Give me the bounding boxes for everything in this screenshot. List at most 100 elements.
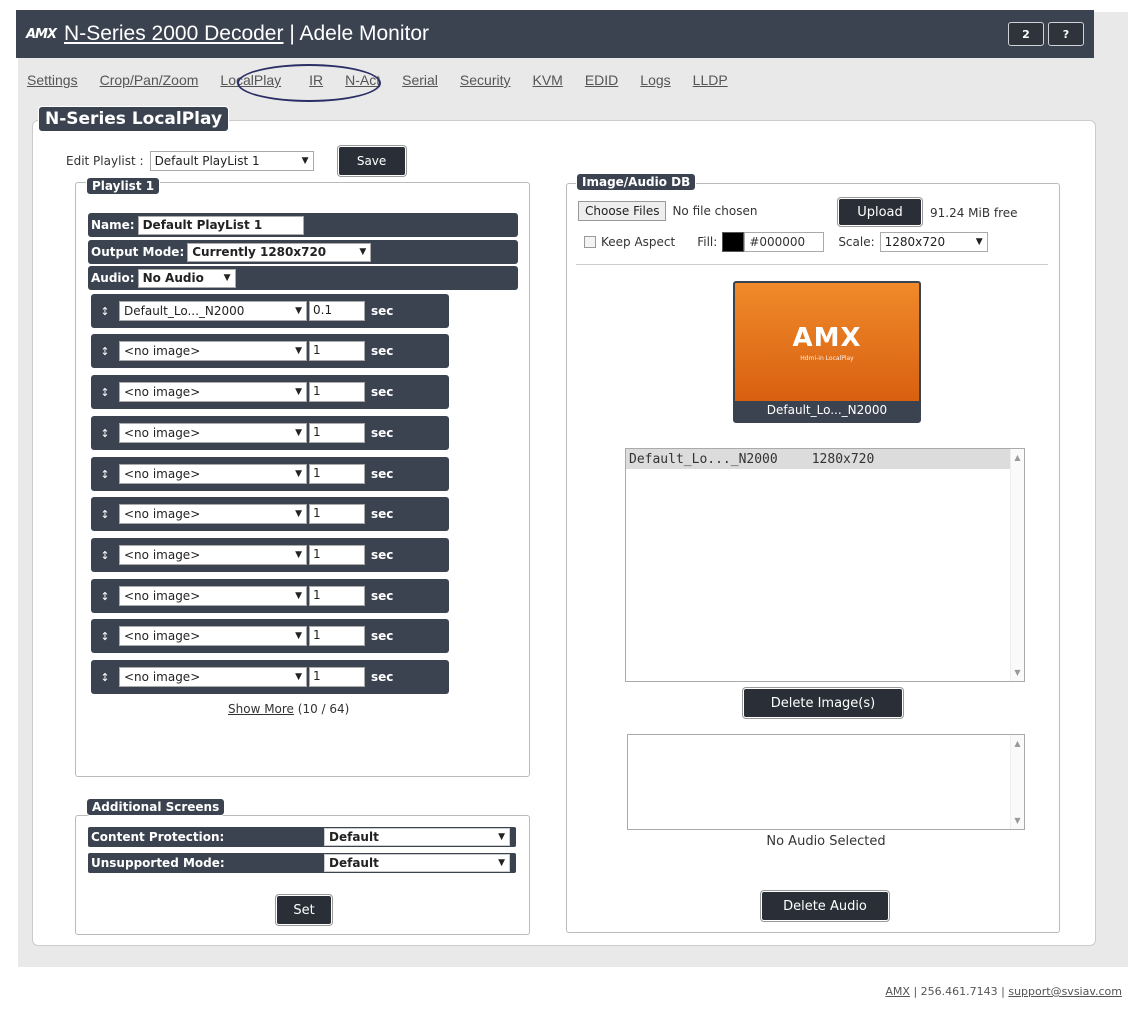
fill-label: Fill: — [697, 235, 718, 249]
entry-image-value: <no image> — [124, 589, 201, 603]
scale-select[interactable]: 1280x720 ▼ — [879, 232, 988, 252]
entry-image-select[interactable]: Default_Lo..._N2000 ▼ — [119, 301, 307, 321]
audio-select[interactable]: No Audio ▼ — [137, 268, 236, 288]
image-thumbnail[interactable]: AMX Hdmi-in LocalPlay Default_Lo..._N200… — [733, 281, 921, 423]
unsupported-mode-label: Unsupported Mode: — [91, 856, 225, 870]
entry-duration-input[interactable]: 1 — [309, 667, 365, 687]
drag-handle-icon[interactable]: ↕ — [91, 345, 119, 358]
tab-crop-pan-zoom[interactable]: Crop/Pan/Zoom — [100, 72, 199, 88]
tab-settings[interactable]: Settings — [27, 72, 78, 88]
entry-image-value: <no image> — [124, 670, 201, 684]
fill-color-swatch[interactable] — [722, 232, 745, 252]
tab-security[interactable]: Security — [460, 72, 511, 88]
tab-serial[interactable]: Serial — [402, 72, 438, 88]
help-button[interactable]: ? — [1048, 22, 1084, 46]
playlist-entry: ↕ <no image> ▼ 1 sec — [91, 375, 449, 409]
entry-duration-input[interactable]: 1 — [309, 382, 365, 402]
output-mode-row: Output Mode: Currently 1280x720 ▼ — [88, 240, 518, 264]
drag-handle-icon[interactable]: ↕ — [91, 386, 119, 399]
output-mode-select[interactable]: Currently 1280x720 ▼ — [187, 242, 372, 262]
entry-image-value: <no image> — [124, 344, 201, 358]
file-upload-row: Choose Files No file chosen — [578, 201, 757, 221]
entry-duration-input[interactable]: 1 — [309, 341, 365, 361]
entry-duration-input[interactable]: 1 — [309, 586, 365, 606]
drag-handle-icon[interactable]: ↕ — [91, 508, 119, 521]
entry-image-select[interactable]: <no image> ▼ — [119, 504, 307, 524]
drag-handle-icon[interactable]: ↕ — [91, 468, 119, 481]
drag-handle-icon[interactable]: ↕ — [91, 671, 119, 684]
entry-image-select[interactable]: <no image> ▼ — [119, 586, 307, 606]
fill-color-input[interactable]: #000000 — [744, 232, 825, 252]
tab-kvm[interactable]: KVM — [533, 72, 563, 88]
playlist-name-input[interactable]: Default PlayList 1 — [137, 215, 304, 235]
entry-duration-input[interactable]: 0.1 — [309, 301, 365, 321]
device-model-link[interactable]: N-Series 2000 Decoder — [64, 22, 283, 45]
playlist-entry: ↕ <no image> ▼ 1 sec — [91, 660, 449, 694]
chevron-down-icon: ▼ — [295, 387, 302, 397]
show-more-row: Show More (10 / 64) — [228, 702, 349, 716]
show-more-link[interactable]: Show More — [228, 702, 294, 716]
edit-playlist-select[interactable]: Default PlayList 1 ▼ — [149, 151, 314, 171]
entry-image-select[interactable]: <no image> ▼ — [119, 545, 307, 565]
drag-handle-icon[interactable]: ↕ — [91, 630, 119, 643]
name-label: Name: — [91, 218, 135, 232]
chevron-down-icon: ▼ — [295, 509, 302, 519]
choose-files-button[interactable]: Choose Files — [578, 201, 667, 221]
image-list[interactable]: Default_Lo..._N2000 1280x720 ▲ ▼ — [625, 448, 1025, 682]
entry-duration-input[interactable]: 1 — [309, 464, 365, 484]
tab-lldp[interactable]: LLDP — [693, 72, 728, 88]
delete-images-button[interactable]: Delete Image(s) — [743, 688, 903, 718]
tab-edid[interactable]: EDID — [585, 72, 618, 88]
playlist-entry: ↕ <no image> ▼ 1 sec — [91, 416, 449, 450]
entry-image-select[interactable]: <no image> ▼ — [119, 667, 307, 687]
tab-logs[interactable]: Logs — [640, 72, 670, 88]
footer-brand-link[interactable]: AMX — [885, 985, 910, 998]
sec-label: sec — [371, 467, 394, 481]
playlist-entry: ↕ <no image> ▼ 1 sec — [91, 334, 449, 368]
upload-button[interactable]: Upload — [838, 198, 922, 226]
entry-image-value: <no image> — [124, 507, 201, 521]
scroll-down-icon[interactable]: ▼ — [1014, 668, 1020, 677]
audio-list[interactable]: ▲ ▼ — [627, 734, 1025, 830]
scroll-down-icon[interactable]: ▼ — [1014, 816, 1020, 825]
scroll-up-icon[interactable]: ▲ — [1014, 739, 1020, 748]
entry-duration-input[interactable]: 1 — [309, 626, 365, 646]
entry-duration-input[interactable]: 1 — [309, 504, 365, 524]
show-more-count: (10 / 64) — [297, 702, 350, 716]
entry-duration-input[interactable]: 1 — [309, 423, 365, 443]
chevron-down-icon: ▼ — [295, 346, 302, 356]
user-button[interactable]: 2 — [1008, 22, 1044, 46]
drag-handle-icon[interactable]: ↕ — [91, 305, 119, 318]
entry-image-select[interactable]: <no image> ▼ — [119, 382, 307, 402]
scroll-up-icon[interactable]: ▲ — [1014, 453, 1020, 462]
playlist-entry: ↕ <no image> ▼ 1 sec — [91, 457, 449, 491]
delete-audio-button[interactable]: Delete Audio — [761, 891, 889, 921]
entry-image-select[interactable]: <no image> ▼ — [119, 341, 307, 361]
entry-image-select[interactable]: <no image> ▼ — [119, 423, 307, 443]
unsupported-mode-select[interactable]: Default ▼ — [324, 854, 510, 872]
sec-label: sec — [371, 589, 394, 603]
footer: AMX | 256.461.7143 | support@svsiav.com — [885, 985, 1122, 998]
scrollbar[interactable]: ▲ ▼ — [1010, 735, 1024, 829]
scrollbar[interactable]: ▲ ▼ — [1010, 449, 1024, 681]
drag-handle-icon[interactable]: ↕ — [91, 590, 119, 603]
sec-label: sec — [371, 548, 394, 562]
no-file-chosen-text: No file chosen — [672, 204, 758, 218]
content-protection-row: Content Protection: Default ▼ — [88, 827, 516, 847]
save-button[interactable]: Save — [337, 146, 406, 176]
keep-aspect-checkbox[interactable] — [584, 236, 596, 248]
sec-label: sec — [371, 507, 394, 521]
entry-duration-input[interactable]: 1 — [309, 545, 365, 565]
sec-label: sec — [371, 385, 394, 399]
drag-handle-icon[interactable]: ↕ — [91, 549, 119, 562]
content-protection-select[interactable]: Default ▼ — [324, 828, 510, 846]
list-item[interactable]: Default_Lo..._N2000 1280x720 — [626, 449, 1024, 469]
sec-label: sec — [371, 629, 394, 643]
playlist-entry: ↕ Default_Lo..._N2000 ▼ 0.1 sec — [91, 294, 449, 328]
drag-handle-icon[interactable]: ↕ — [91, 427, 119, 440]
chevron-down-icon: ▼ — [295, 306, 302, 316]
set-button[interactable]: Set — [276, 895, 332, 925]
entry-image-select[interactable]: <no image> ▼ — [119, 464, 307, 484]
footer-email-link[interactable]: support@svsiav.com — [1008, 985, 1122, 998]
entry-image-select[interactable]: <no image> ▼ — [119, 626, 307, 646]
